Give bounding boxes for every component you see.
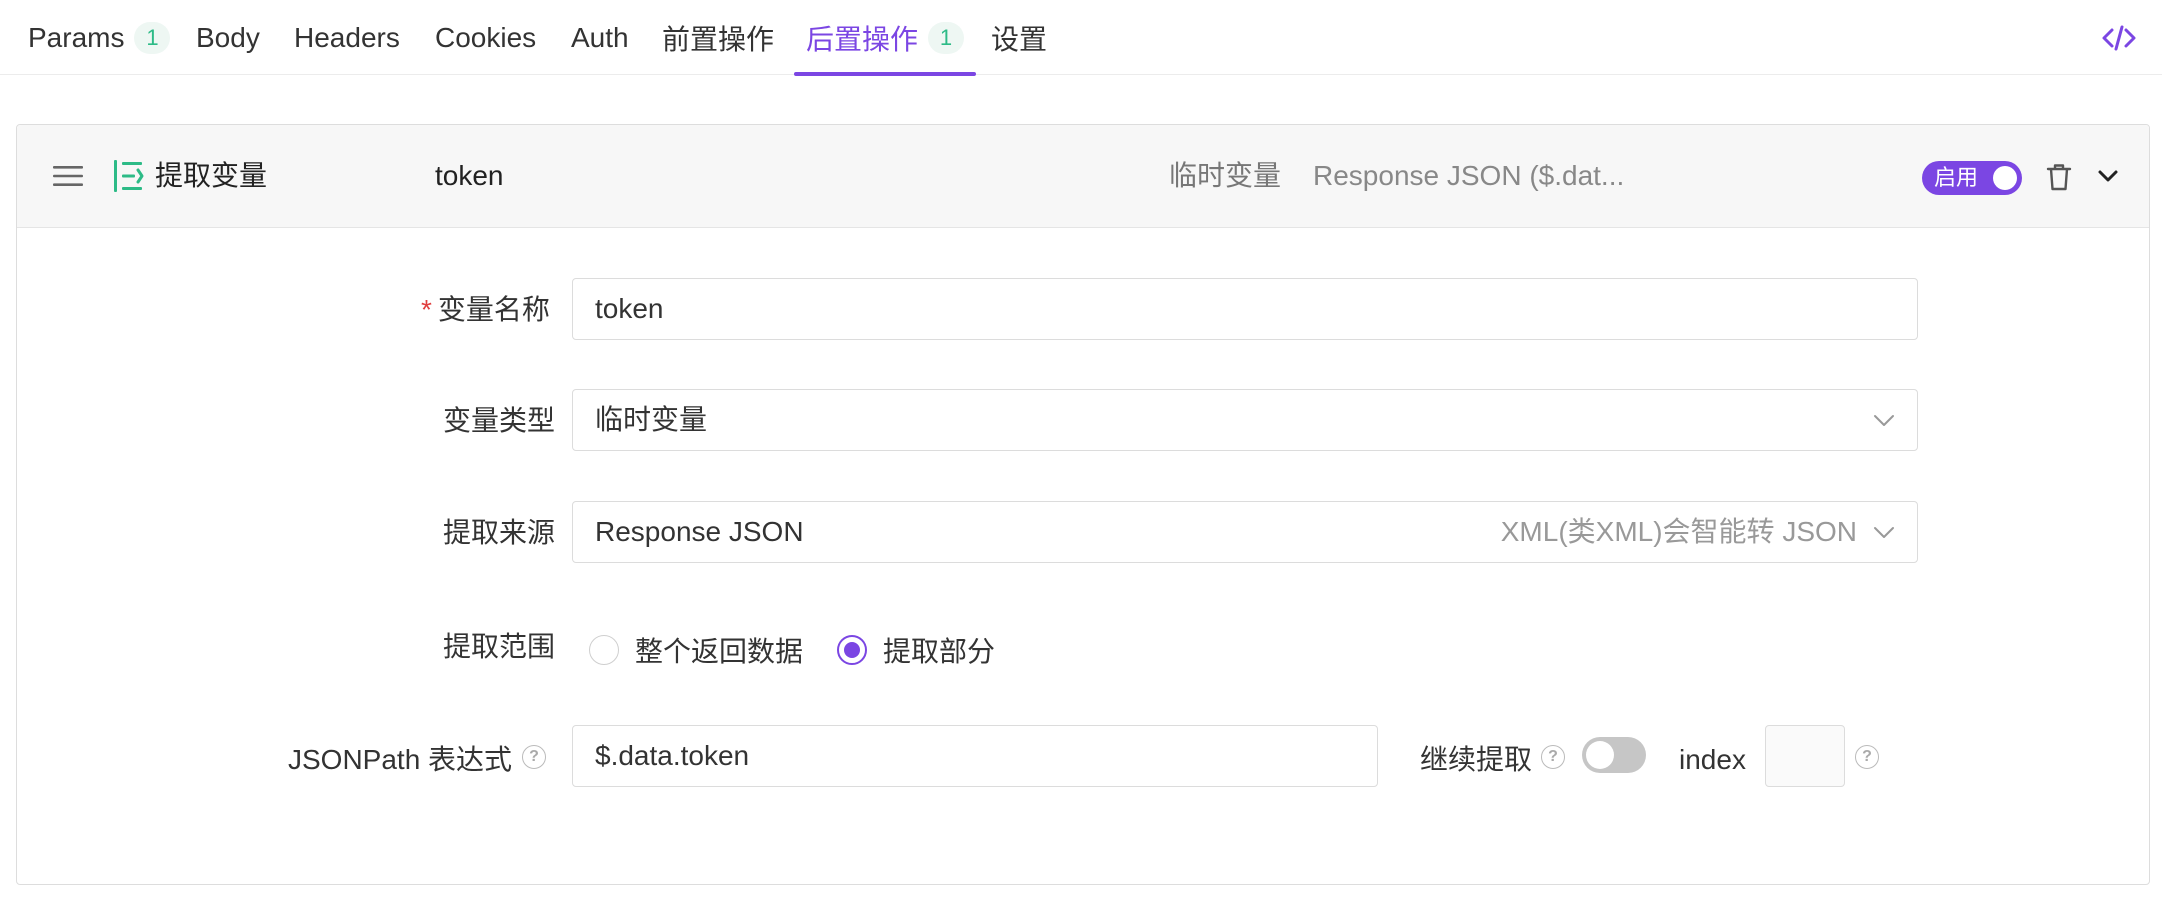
extract-source-hint: XML(类XML)会智能转 JSON: [1500, 516, 1857, 547]
tab-count-badge: 1: [134, 21, 171, 54]
jsonpath-field[interactable]: [572, 725, 1378, 787]
toggle-knob: [1993, 166, 2017, 190]
scope-radio-whole[interactable]: 整个返回数据: [589, 630, 803, 670]
variable-name-input[interactable]: [595, 279, 1899, 339]
required-mark: *: [421, 294, 432, 325]
tab-auth[interactable]: Auth: [571, 0, 629, 75]
tab-headers[interactable]: Headers: [294, 0, 400, 75]
tab-label: Auth: [571, 21, 629, 53]
variable-type-label: 变量类型: [443, 405, 556, 436]
index-field[interactable]: [1765, 725, 1845, 787]
chevron-down-icon[interactable]: [2095, 165, 2121, 187]
processor-variable-type: 临时变量: [1169, 160, 1282, 191]
question-icon[interactable]: ?: [1855, 745, 1879, 769]
processor-source-summary: Response JSON ($.dat...: [1313, 160, 1625, 191]
question-icon[interactable]: ?: [522, 745, 546, 769]
radio-label: 整个返回数据: [635, 636, 804, 667]
code-icon[interactable]: [2101, 20, 2137, 56]
enable-toggle[interactable]: 启用: [1922, 161, 2022, 195]
tab-label: 后置操作: [806, 23, 919, 55]
tab-pre-processors[interactable]: 前置操作: [662, 0, 774, 75]
extract-scope-label: 提取范围: [443, 631, 556, 662]
variable-type-value: 临时变量: [595, 404, 708, 435]
processor-header[interactable]: 提取变量 token 临时变量 Response JSON ($.dat... …: [17, 125, 2149, 228]
tab-cookies[interactable]: Cookies: [435, 0, 536, 75]
index-input[interactable]: [1776, 726, 1834, 786]
extract-source-select[interactable]: Response JSON XML(类XML)会智能转 JSON: [572, 501, 1918, 563]
extract-variable-icon: [114, 160, 144, 192]
tab-label: 设置: [991, 23, 1048, 55]
continue-extract-toggle[interactable]: [1582, 737, 1646, 773]
enable-toggle-label: 启用: [1934, 165, 1979, 190]
tab-params[interactable]: Params 1: [28, 0, 171, 75]
tab-label: Params: [28, 21, 125, 53]
variable-name-label: * 变量名称: [421, 294, 550, 325]
radio-circle: [589, 635, 619, 665]
chevron-down-icon: [1874, 527, 1894, 538]
trash-icon[interactable]: [2045, 162, 2073, 192]
jsonpath-label: JSONPath 表达式: [288, 744, 513, 775]
processor-variable-name: token: [435, 160, 504, 191]
processor-name: 提取变量: [155, 160, 268, 191]
tab-post-processors[interactable]: 后置操作 1: [793, 0, 977, 76]
toggle-knob: [1586, 741, 1614, 769]
variable-name-field[interactable]: [572, 278, 1918, 340]
jsonpath-input[interactable]: [595, 726, 1359, 786]
variable-type-select[interactable]: 临时变量: [572, 389, 1918, 451]
tab-label: Headers: [294, 21, 400, 53]
extract-source-label: 提取来源: [443, 517, 556, 548]
tab-count-badge: 1: [928, 21, 965, 54]
hamburger-icon[interactable]: [53, 165, 83, 187]
continue-extract-label: 继续提取: [1420, 744, 1533, 775]
scope-radio-partial[interactable]: 提取部分: [837, 630, 995, 670]
index-label: index: [1679, 744, 1746, 775]
radio-label: 提取部分: [883, 636, 996, 667]
radio-circle: [837, 635, 867, 665]
tab-label: Body: [196, 21, 260, 53]
tab-label: 前置操作: [662, 23, 775, 55]
tab-settings[interactable]: 设置: [991, 0, 1047, 75]
request-tabs-bar: Params 1 Body Headers Cookies Auth 前置操作 …: [0, 0, 2162, 76]
tab-body[interactable]: Body: [196, 0, 260, 75]
tab-label: Cookies: [435, 21, 537, 53]
question-icon[interactable]: ?: [1541, 745, 1565, 769]
chevron-down-icon: [1874, 415, 1894, 426]
